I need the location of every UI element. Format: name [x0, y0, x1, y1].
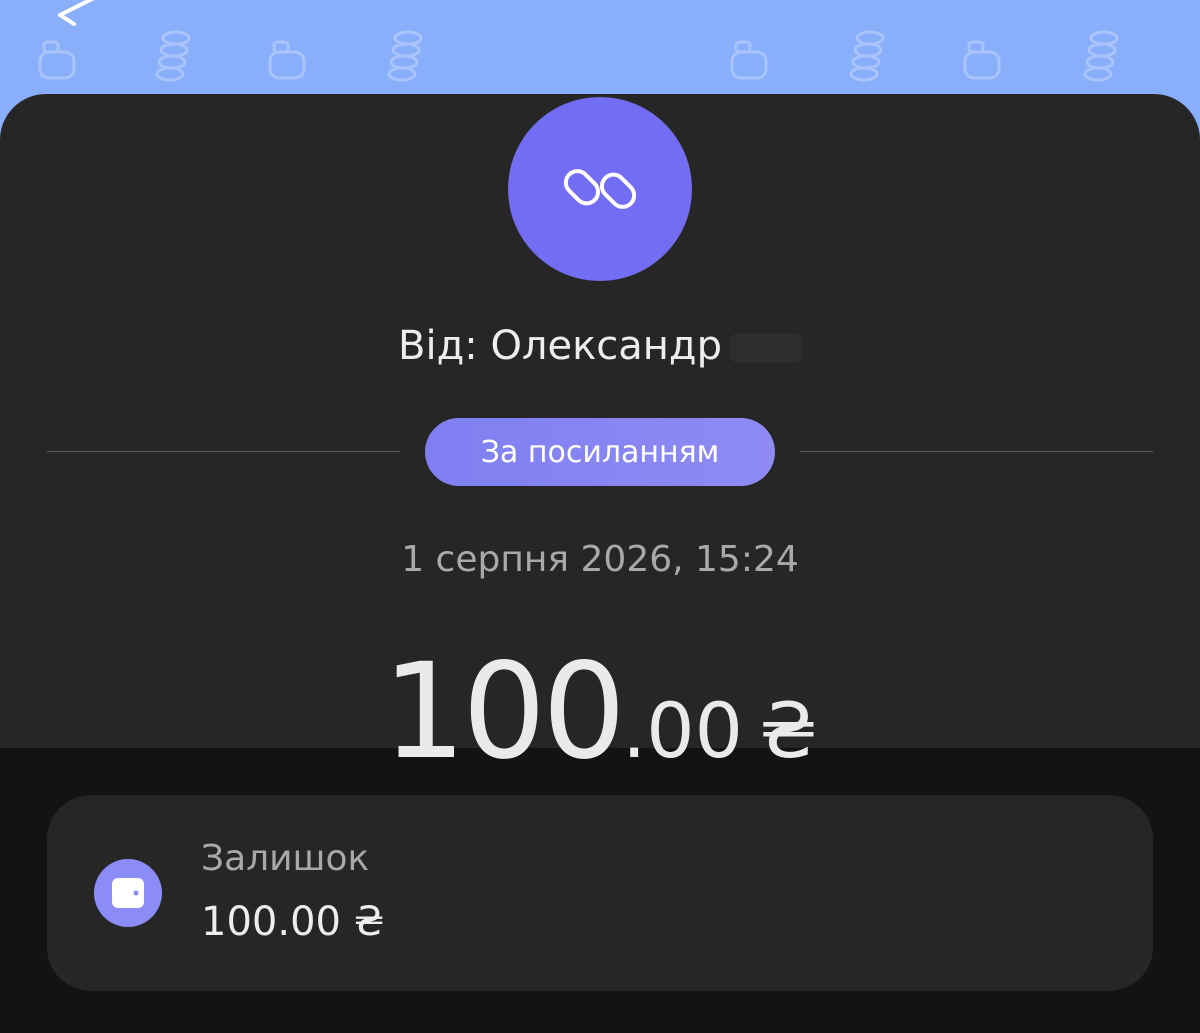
balance-label: Залишок — [201, 838, 370, 879]
piggy-bank-icon — [38, 40, 76, 80]
sender-line: Від: Олександр — [0, 322, 1200, 370]
piggy-bank-icon — [730, 40, 768, 80]
amount-decimal: .00 — [622, 686, 743, 775]
coins-icon — [155, 30, 191, 82]
wallet-icon-badge — [94, 859, 162, 927]
link-icon — [563, 169, 637, 209]
amount-currency: ₴ — [759, 686, 818, 775]
wallet-icon — [112, 878, 144, 908]
coins-icon — [1083, 30, 1119, 82]
sender-name: Олександр — [490, 323, 722, 369]
transaction-details-screen: Від: Олександр За посиланням 1 серпня 20… — [0, 0, 1200, 1033]
transaction-card: Від: Олександр За посиланням 1 серпня 20… — [0, 94, 1200, 782]
redacted-surname — [729, 333, 802, 363]
balance-card[interactable]: Залишок 100.00 ₴ — [47, 795, 1153, 991]
piggy-bank-icon — [268, 40, 306, 80]
coins-icon — [387, 30, 423, 82]
divider-right — [800, 451, 1153, 452]
balance-value: 100.00 ₴ — [201, 899, 385, 945]
coins-icon — [849, 30, 885, 82]
arrow-left-icon[interactable] — [44, 0, 114, 28]
sender-prefix: Від: — [398, 323, 491, 369]
transaction-amount: 100.00 ₴ — [0, 642, 1200, 801]
divider-left — [47, 451, 400, 452]
transfer-type-badge[interactable]: За посиланням — [425, 418, 775, 486]
transaction-avatar — [508, 97, 692, 281]
transaction-date: 1 серпня 2026, 15:24 — [401, 539, 799, 580]
amount-integer: 100 — [382, 635, 626, 789]
piggy-bank-icon — [963, 40, 1001, 80]
